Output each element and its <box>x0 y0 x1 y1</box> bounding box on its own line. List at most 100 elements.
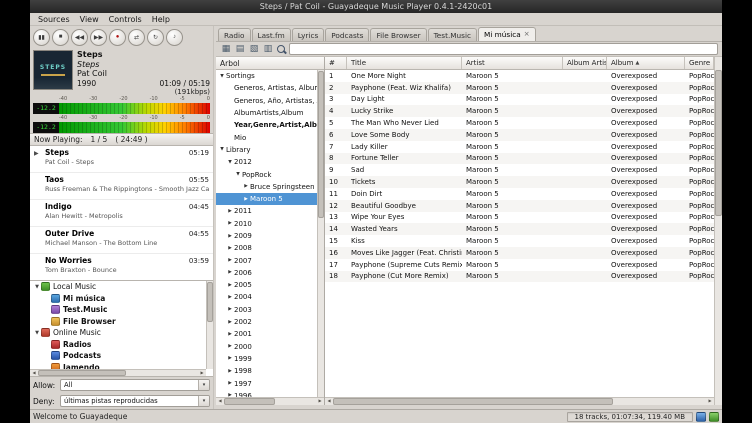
tree-item[interactable]: ▶ 2010 <box>216 218 317 230</box>
menu-item[interactable]: Sources <box>33 15 75 24</box>
column-header[interactable]: Album ▲ <box>607 57 685 69</box>
tab[interactable]: Mi música × <box>478 27 536 41</box>
scroll-left-icon[interactable]: ◀ <box>216 398 224 405</box>
menu-item[interactable]: Controls <box>104 15 147 24</box>
tree-item[interactable]: Generos, Año, Artistas, Albumes <box>216 95 317 107</box>
expander-icon[interactable]: ▶ <box>226 283 234 288</box>
title-bar[interactable]: Steps / Pat Coil - Guayadeque Music Play… <box>30 0 722 13</box>
scrollbar-thumb[interactable] <box>224 398 275 405</box>
list-view-icon[interactable]: ▤ <box>234 43 246 55</box>
expander-icon[interactable]: ▼ <box>226 160 234 165</box>
sources-horizontal-scrollbar[interactable]: ◀ ▶ <box>30 369 206 376</box>
table-row[interactable]: 12 Beautiful Goodbye Maroon 5 Overexpose… <box>325 200 714 212</box>
expander-icon[interactable]: ▶ <box>226 295 234 300</box>
tree-item[interactable]: ▶ 2001 <box>216 328 317 340</box>
grid-view-icon[interactable]: ▦ <box>220 43 232 55</box>
stop-button[interactable]: ■ <box>52 29 69 46</box>
table-row[interactable]: 2 Payphone (Feat. Wiz Khalifa) Maroon 5 … <box>325 82 714 94</box>
table-row[interactable]: 17 Payphone (Supreme Cuts Remix) Maroon … <box>325 259 714 271</box>
playlist-item[interactable]: No Worries Tom Braxton - Bounce 03:59 <box>30 254 213 280</box>
expander-icon[interactable]: ▶ <box>226 307 234 312</box>
playlist-item[interactable]: Outer Drive Michael Manson - The Bottom … <box>30 227 213 254</box>
table-row[interactable]: 9 Sad Maroon 5 Overexposed PopRock <box>325 164 714 176</box>
tree-item[interactable]: Mio <box>216 131 317 143</box>
record-button[interactable]: ● <box>109 29 126 46</box>
tree-item[interactable]: AlbumArtists,Album <box>216 107 317 119</box>
chevron-down-icon[interactable]: ▾ <box>198 396 209 406</box>
album-art[interactable]: STEPS <box>33 50 73 90</box>
expander-icon[interactable]: ▶ <box>242 184 250 189</box>
source-item[interactable]: Radios <box>30 339 206 351</box>
tree-item[interactable]: ▶ 2002 <box>216 316 317 328</box>
table-row[interactable]: 15 Kiss Maroon 5 Overexposed PopRock <box>325 235 714 247</box>
tree-item[interactable]: Year,Genre,Artist,Album <box>216 119 317 131</box>
source-item[interactable]: ▼ Local Music <box>30 281 206 293</box>
tab[interactable]: File Browser <box>370 28 426 41</box>
column-header[interactable]: Title <box>347 57 462 69</box>
tree-item[interactable]: ▶ 2003 <box>216 304 317 316</box>
expander-icon[interactable]: ▼ <box>33 284 41 290</box>
tab[interactable]: Podcasts <box>325 28 369 41</box>
source-item[interactable]: Podcasts <box>30 350 206 362</box>
covers-view-icon[interactable]: ▧ <box>248 43 260 55</box>
column-header[interactable]: # <box>325 57 347 69</box>
tree-item[interactable]: ▶ 1999 <box>216 353 317 365</box>
table-row[interactable]: 18 Payphone (Cut More Remix) Maroon 5 Ov… <box>325 271 714 283</box>
source-item[interactable]: Jamendo <box>30 362 206 370</box>
tree-header[interactable]: Arbol <box>216 57 324 70</box>
tree-item[interactable]: ▶ 1996 <box>216 390 317 397</box>
tree-item[interactable]: ▼ Library <box>216 144 317 156</box>
tree-item[interactable]: ▼ 2012 <box>216 156 317 168</box>
expander-icon[interactable]: ▶ <box>226 234 234 239</box>
sources-vertical-scrollbar[interactable] <box>206 281 213 369</box>
tree-horizontal-scrollbar[interactable]: ◀ ▶ <box>216 397 324 405</box>
table-row[interactable]: 8 Fortune Teller Maroon 5 Overexposed Po… <box>325 153 714 165</box>
tree-item[interactable]: ▶ 2009 <box>216 230 317 242</box>
table-vertical-scrollbar[interactable] <box>714 57 722 405</box>
scroll-right-icon[interactable]: ▶ <box>316 398 324 405</box>
source-item[interactable]: Mi música <box>30 293 206 305</box>
table-row[interactable]: 7 Lady Killer Maroon 5 Overexposed PopRo… <box>325 141 714 153</box>
expander-icon[interactable]: ▶ <box>226 356 234 361</box>
expander-icon[interactable]: ▶ <box>226 332 234 337</box>
repeat-button[interactable]: ↻ <box>147 29 164 46</box>
source-item[interactable]: Test.Music <box>30 304 206 316</box>
menu-item[interactable]: Help <box>147 15 175 24</box>
tree-item[interactable]: ▶ Maroon 5 <box>216 193 317 205</box>
menu-item[interactable]: View <box>75 15 104 24</box>
expander-icon[interactable]: ▶ <box>226 344 234 349</box>
playlist-item[interactable]: Taos Russ Freeman & The Rippingtons - Sm… <box>30 173 213 200</box>
tab[interactable]: Last.fm <box>252 28 291 41</box>
column-header[interactable]: Artist <box>462 57 563 69</box>
playlist-item[interactable]: ▶ Steps Pat Coil - Steps 05:19 <box>30 146 213 173</box>
tab[interactable]: Radio <box>218 28 251 41</box>
tab-close-icon[interactable]: × <box>524 31 530 38</box>
tree-item[interactable]: ▶ 2007 <box>216 254 317 266</box>
allow-filter-select[interactable]: All ▾ <box>60 379 210 391</box>
search-input[interactable] <box>289 43 718 55</box>
table-row[interactable]: 13 Wipe Your Eyes Maroon 5 Overexposed P… <box>325 212 714 224</box>
scroll-left-icon[interactable]: ◀ <box>30 370 38 376</box>
tab[interactable]: Lyrics <box>292 28 325 41</box>
playlist-item[interactable]: Indigo Alan Hewitt - Metropolis 04:45 <box>30 200 213 227</box>
tree-item[interactable]: ▶ 2008 <box>216 242 317 254</box>
pause-button[interactable]: ▮▮ <box>33 29 50 46</box>
expander-icon[interactable]: ▶ <box>226 209 234 214</box>
scrollbar-thumb[interactable] <box>207 282 213 322</box>
expander-icon[interactable]: ▶ <box>226 320 234 325</box>
expander-icon[interactable]: ▶ <box>226 369 234 374</box>
expander-icon[interactable]: ▼ <box>234 172 242 177</box>
column-header[interactable]: Album Artist <box>563 57 607 69</box>
expander-icon[interactable]: ▶ <box>226 258 234 263</box>
tab[interactable]: Test.Music <box>428 28 477 41</box>
scrollbar-thumb[interactable] <box>38 370 126 376</box>
update-status-icon[interactable] <box>709 412 719 422</box>
expander-icon[interactable]: ▶ <box>242 197 250 202</box>
deny-filter-select[interactable]: últimas pistas reproducidas ▾ <box>60 395 210 407</box>
prev-track-button[interactable]: ◀◀ <box>71 29 88 46</box>
volume-button[interactable]: ♪ <box>166 29 183 46</box>
expander-icon[interactable]: ▶ <box>226 381 234 386</box>
shuffle-button[interactable]: ⇄ <box>128 29 145 46</box>
expander-icon[interactable]: ▶ <box>226 246 234 251</box>
column-header[interactable]: Genre <box>685 57 714 69</box>
